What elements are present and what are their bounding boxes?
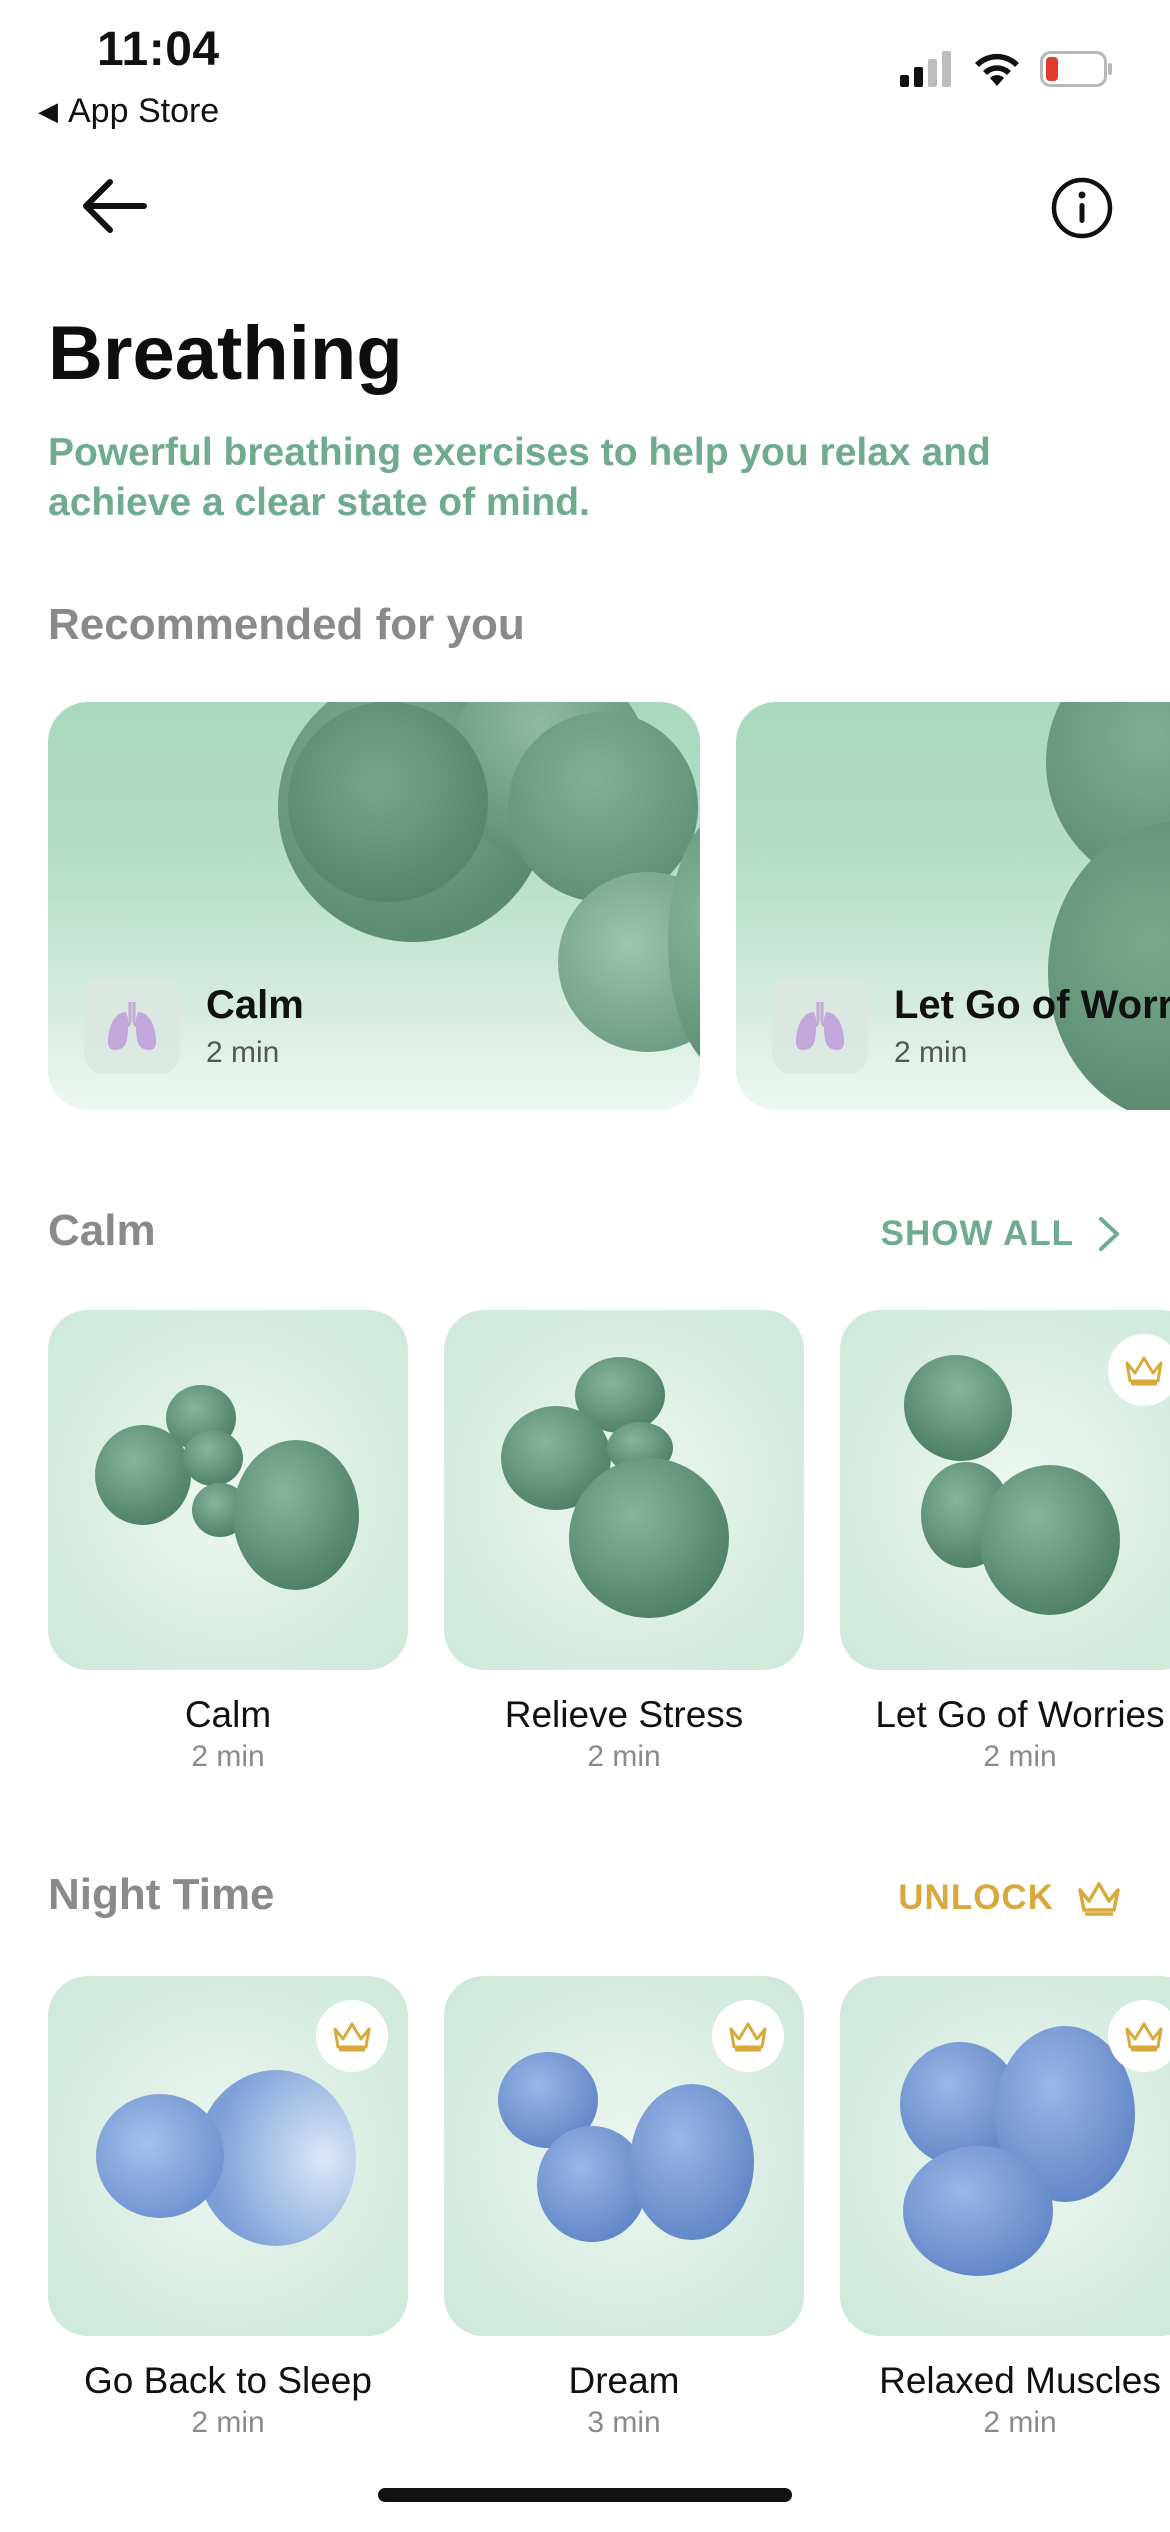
crown-icon bbox=[729, 2022, 767, 2052]
exercise-tile-dream[interactable] bbox=[444, 1976, 804, 2336]
recommended-card-name: Let Go of Worries bbox=[894, 982, 1170, 1027]
crown-icon bbox=[333, 2022, 371, 2052]
recommended-card-meta: Calm 2 min bbox=[84, 978, 304, 1074]
lungs-icon-box bbox=[772, 978, 868, 1074]
tile-title: Calm bbox=[184, 1694, 272, 1735]
exercise-tile-go-back-to-sleep[interactable] bbox=[48, 1976, 408, 2336]
page-subtitle: Powerful breathing exercises to help you… bbox=[48, 431, 991, 524]
tile-title: Go Back to Sleep bbox=[84, 2360, 372, 2401]
info-icon[interactable] bbox=[1050, 176, 1114, 240]
premium-badge bbox=[316, 2000, 388, 2072]
tile-title: Dream bbox=[568, 2360, 680, 2401]
decor-blob bbox=[508, 712, 698, 902]
night-section-title: Night Time bbox=[48, 1870, 275, 1919]
tile-duration: 2 min bbox=[191, 2406, 265, 2439]
arrow-left-icon[interactable] bbox=[78, 170, 150, 242]
page-title: Breathing bbox=[48, 311, 403, 396]
blob-cluster-illustration bbox=[95, 1385, 359, 1590]
crown-icon bbox=[1125, 2022, 1163, 2052]
home-indicator[interactable] bbox=[378, 2488, 792, 2502]
back-app-label: App Store bbox=[68, 92, 220, 130]
exercise-tile-relieve-stress[interactable] bbox=[444, 1310, 804, 1670]
decor-blob bbox=[288, 702, 488, 902]
blob-cluster-illustration bbox=[501, 1357, 729, 1618]
unlock-button[interactable]: UNLOCK bbox=[898, 1878, 1122, 1918]
lungs-icon bbox=[796, 1002, 844, 1050]
status-icons bbox=[900, 50, 1114, 88]
premium-badge bbox=[1108, 1334, 1170, 1406]
tile-duration: 2 min bbox=[191, 1740, 265, 1773]
tile-title: Relieve Stress bbox=[504, 1694, 744, 1735]
back-to-app-store[interactable]: ◀ App Store bbox=[38, 92, 219, 131]
exercise-tile-let-go-of-worries[interactable] bbox=[840, 1310, 1170, 1670]
recommended-card-meta: Let Go of Worries 2 min bbox=[772, 978, 1170, 1074]
status-time: 11:04 bbox=[97, 23, 220, 76]
tile-duration: 2 min bbox=[983, 1740, 1057, 1773]
recommended-title: Recommended for you bbox=[48, 600, 525, 649]
tile-title: Let Go of Worries bbox=[875, 1694, 1165, 1735]
recommended-card[interactable]: Let Go of Worries 2 min bbox=[736, 702, 1170, 1110]
triangle-left-icon: ◀ bbox=[38, 96, 58, 126]
crown-icon bbox=[1125, 1356, 1163, 1386]
lungs-icon bbox=[108, 1002, 156, 1050]
tile-duration: 3 min bbox=[587, 2406, 661, 2439]
recommended-card-duration: 2 min bbox=[894, 1035, 968, 1069]
show-all-label: SHOW ALL bbox=[880, 1214, 1074, 1253]
tile-title: Relaxed Muscles bbox=[879, 2360, 1161, 2401]
chevron-right-icon bbox=[1099, 1217, 1119, 1251]
exercise-tile-calm[interactable] bbox=[48, 1310, 408, 1670]
wifi-icon bbox=[975, 53, 1019, 86]
unlock-label: UNLOCK bbox=[898, 1878, 1054, 1917]
recommended-card-name: Calm bbox=[206, 982, 304, 1027]
lungs-icon-box bbox=[84, 978, 180, 1074]
signal-icon bbox=[900, 51, 951, 87]
calm-section-title: Calm bbox=[48, 1206, 156, 1255]
premium-badge bbox=[1108, 2000, 1170, 2072]
exercise-tile-relaxed-muscles[interactable] bbox=[840, 1976, 1170, 2336]
premium-badge bbox=[712, 2000, 784, 2072]
tile-duration: 2 min bbox=[983, 2406, 1057, 2439]
tile-duration: 2 min bbox=[587, 1740, 661, 1773]
crown-icon bbox=[1078, 1882, 1120, 1916]
breathing-screen: 11:04 ◀ App Store Breathing Powerful bre… bbox=[0, 0, 1170, 2532]
show-all-button[interactable]: SHOW ALL bbox=[881, 1214, 1122, 1254]
recommended-card-duration: 2 min bbox=[206, 1035, 280, 1069]
recommended-card[interactable]: Calm 2 min bbox=[48, 702, 700, 1110]
battery-icon bbox=[1040, 51, 1112, 87]
